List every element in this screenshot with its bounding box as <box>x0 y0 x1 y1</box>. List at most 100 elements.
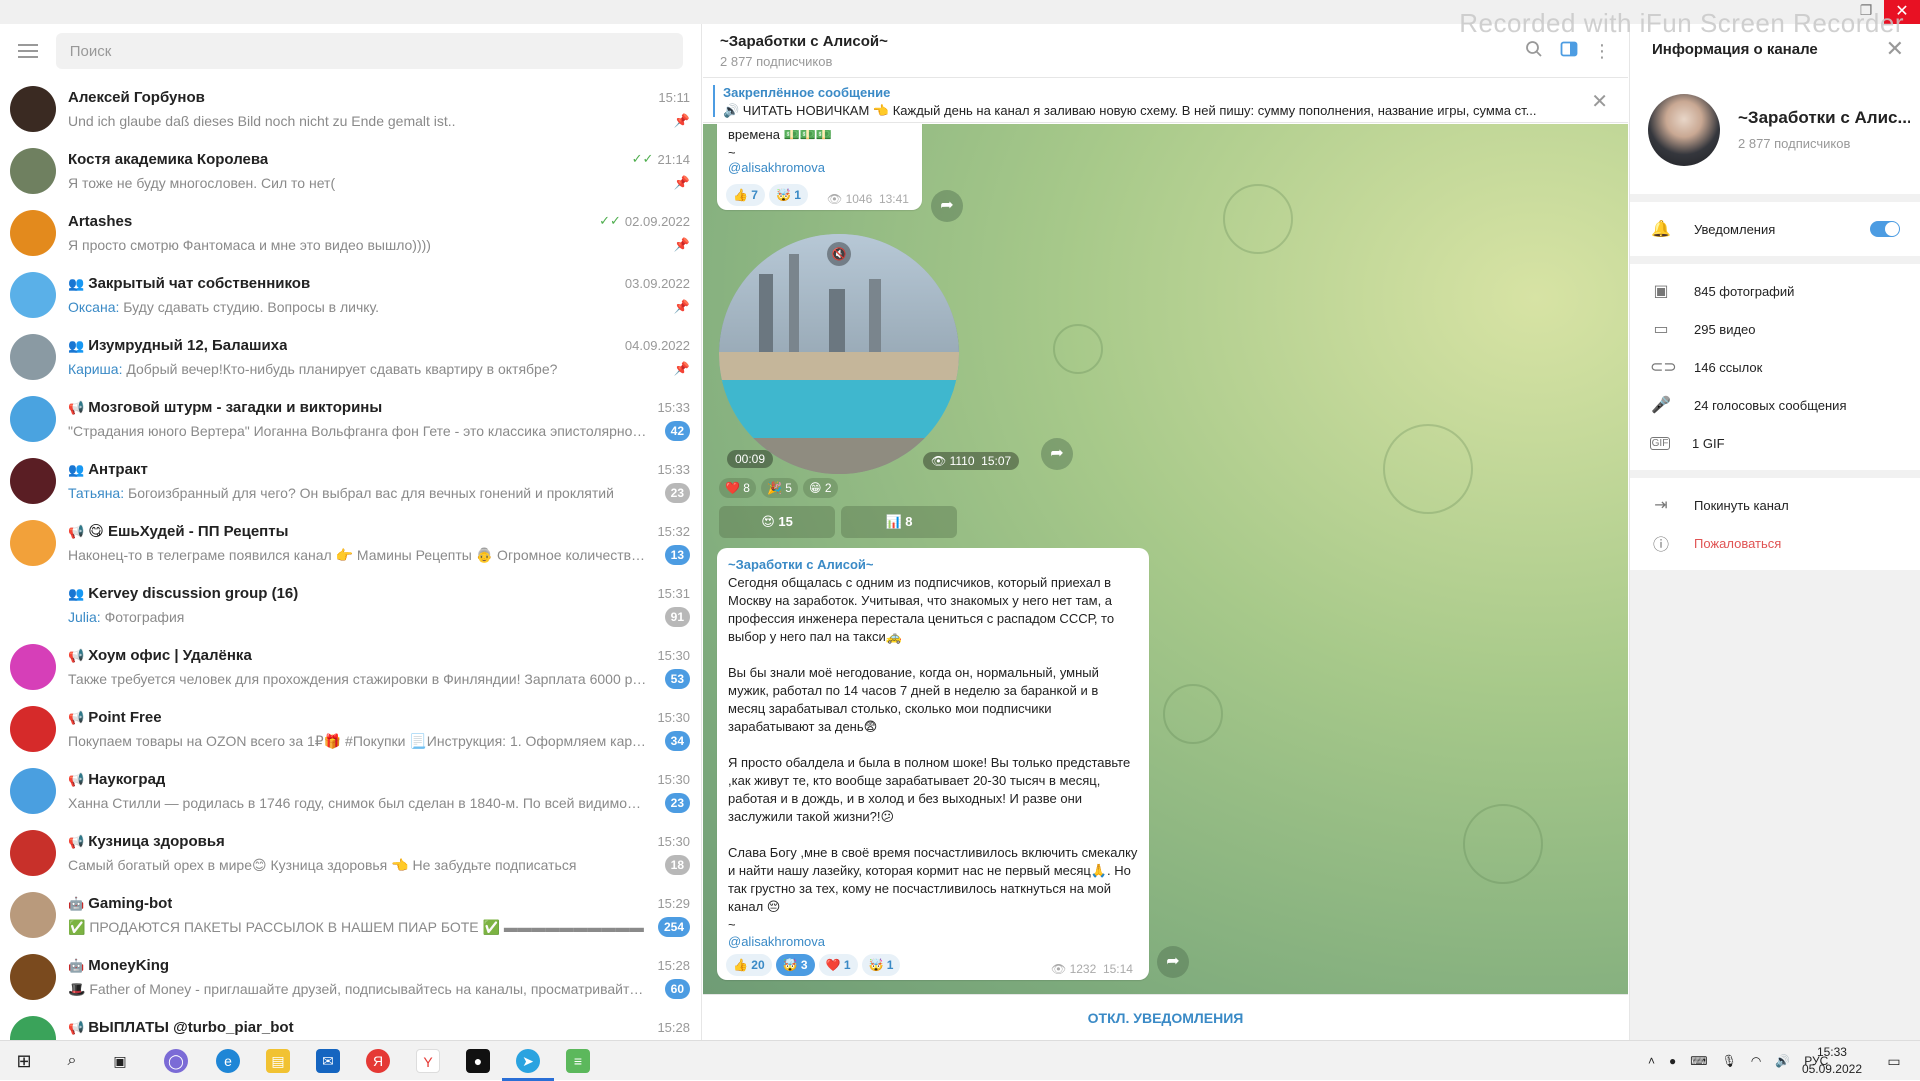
message-area[interactable]: времена 💵💵💵 ~ @alisakhromova 👍 7 🤯 1 👁 10… <box>703 124 1628 994</box>
inline-button[interactable]: 📊 8 <box>841 506 957 538</box>
search-input[interactable]: Поиск <box>55 33 683 69</box>
chat-list-item[interactable]: 📢 Мозговой штурм - загадки и викторины 15:… <box>0 388 701 450</box>
chat-list-item[interactable]: Костя академика Королева ✓✓ 21:14 Я тоже не… <box>0 140 701 202</box>
channel-avatar[interactable] <box>1648 94 1720 166</box>
telegram-icon[interactable]: ➤ <box>516 1049 540 1073</box>
chat-preview-sender: Кариша: <box>68 361 123 377</box>
message-link[interactable]: @alisakhromova <box>728 934 825 949</box>
chat-avatar[interactable] <box>10 458 56 504</box>
report-button[interactable]: ⓘ Пожаловаться <box>1630 524 1920 562</box>
notifications-toggle[interactable] <box>1870 221 1900 237</box>
message-link[interactable]: @alisakhromova <box>728 160 825 175</box>
channel-name: ~Заработки с Алис... <box>1738 108 1910 127</box>
chat-list-item[interactable]: 📢 😋 ЕшьХудей - ПП Рецепты 15:32 Наконец-то … <box>0 512 701 574</box>
chat-preview: Оксана: Буду сдавать студию. Вопросы в л… <box>68 299 379 315</box>
reaction-chip[interactable]: 🤯 1 <box>768 184 808 206</box>
chat-avatar[interactable] <box>10 768 56 814</box>
microphone-icon[interactable]: 🎙 <box>1722 1054 1737 1068</box>
file-explorer-icon[interactable]: ▤ <box>266 1049 290 1073</box>
message-bubble[interactable]: времена 💵💵💵 ~ @alisakhromova 👍 7 🤯 1 👁 10… <box>717 124 922 210</box>
chat-title[interactable]: ~Заработки с Алисой~ <box>720 33 888 50</box>
message-author[interactable]: ~Заработки с Алисой~ <box>728 557 874 572</box>
videos-row[interactable]: ▭ 295 видео <box>1630 310 1920 348</box>
chat-list-item[interactable]: 👥 Антракт 15:33 Татьяна: Богоизбранный для … <box>0 450 701 512</box>
chat-list-item[interactable]: 🤖 MoneyKing 15:28 🎩 Father of Money - пригл… <box>0 946 701 1008</box>
chat-avatar[interactable] <box>10 210 56 256</box>
chat-avatar[interactable] <box>10 706 56 752</box>
mail-icon[interactable]: ✉ <box>316 1049 340 1073</box>
chat-time: 15:29 <box>657 896 690 911</box>
yandex-icon[interactable]: Я <box>366 1049 390 1073</box>
chat-avatar[interactable] <box>10 1016 56 1040</box>
voice-row[interactable]: 🎤 24 голосовых сообщения <box>1630 386 1920 424</box>
hamburger-menu-icon[interactable] <box>18 44 38 58</box>
edge-icon[interactable]: e <box>216 1049 240 1073</box>
chat-list-item[interactable]: 👥 Закрытый чат собственников 03.09.2022 Окс… <box>0 264 701 326</box>
wifi-icon[interactable]: ◠ <box>1751 1054 1761 1068</box>
gif-row[interactable]: GIF 1 GIF <box>1630 424 1920 462</box>
share-icon[interactable]: ➦ <box>931 190 963 222</box>
pinned-message-bar[interactable]: Закреплённое сообщение 🔊 ЧИТАТЬ НОВИЧКАМ… <box>703 79 1628 123</box>
taskbar-clock[interactable]: 15:33 05.09.2022 <box>1802 1044 1862 1078</box>
chat-avatar[interactable] <box>10 272 56 318</box>
chat-avatar[interactable] <box>10 86 56 132</box>
message-bubble[interactable]: ~Заработки с Алисой~ Сегодня общалась с … <box>717 548 1149 980</box>
chat-list-item[interactable]: 📢 ВЫПЛАТЫ @turbo_piar_bot 15:28 <box>0 1008 701 1040</box>
chat-list-item[interactable]: 👥 Изумрудный 12, Балашиха 04.09.2022 Кариша… <box>0 326 701 388</box>
screen-recorder-icon[interactable]: ● <box>466 1049 490 1073</box>
photos-row[interactable]: ▣ 845 фотографий <box>1630 272 1920 310</box>
chat-list-item[interactable]: 👥 Kervey discussion group (16) 15:31 Julia:… <box>0 574 701 636</box>
reaction-chip[interactable]: 😁 2 <box>803 478 838 498</box>
yandex-browser-icon[interactable]: Y <box>416 1049 440 1073</box>
windows-start-icon[interactable]: ⊞ <box>12 1049 36 1073</box>
share-icon[interactable]: ➦ <box>1041 438 1073 470</box>
chat-avatar[interactable] <box>10 830 56 876</box>
chat-avatar[interactable] <box>10 582 56 628</box>
volume-icon[interactable]: 🔊 <box>1775 1054 1790 1068</box>
sidebar-toggle-icon[interactable] <box>1558 40 1580 62</box>
round-video-message[interactable]: 🔇 <box>719 234 959 474</box>
search-icon[interactable]: ⌕ <box>60 1049 84 1073</box>
reaction-chip[interactable]: ❤️ 8 <box>719 478 756 498</box>
task-view-icon[interactable]: ▣ <box>108 1049 132 1073</box>
muted-speaker-icon[interactable]: 🔇 <box>827 242 851 266</box>
chat-avatar[interactable] <box>10 954 56 1000</box>
chat-list-item[interactable]: 📢 Наукоград 15:30 Ханна Стилли — родилась в… <box>0 760 701 822</box>
chat-list-item[interactable]: Artashes ✓✓ 02.09.2022 Я просто смотрю Фант… <box>0 202 701 264</box>
chat-list-item[interactable]: 🤖 Gaming-bot 15:29 ✅ ПРОДАЮТСЯ ПАКЕТЫ РАССЫ… <box>0 884 701 946</box>
bluestacks-icon[interactable]: ≡ <box>566 1049 590 1073</box>
close-pinned-icon[interactable]: ✕ <box>1591 89 1608 114</box>
mute-notifications-button[interactable]: ОТКЛ. УВЕДОМЛЕНИЯ <box>703 994 1628 1040</box>
chat-avatar[interactable] <box>10 520 56 566</box>
reaction-chip[interactable]: ❤️ 1 <box>818 954 858 976</box>
reaction-chip[interactable]: 👍 7 <box>726 184 765 206</box>
reaction-chip[interactable]: 👍 20 <box>726 954 772 976</box>
chat-avatar[interactable] <box>10 396 56 442</box>
notifications-center-icon[interactable]: ▭ <box>1882 1049 1906 1073</box>
chat-avatar[interactable] <box>10 148 56 194</box>
reaction-chip[interactable]: 🤯 1 <box>861 954 901 976</box>
chat-time-text: 04.09.2022 <box>624 337 690 353</box>
chat-list-item[interactable]: 📢 Хоум офис | Удалёнка 15:30 Также требуетс… <box>0 636 701 698</box>
more-vertical-icon[interactable]: ⋮ <box>1591 40 1613 62</box>
leave-channel-button[interactable]: ⇥ Покинуть канал <box>1630 486 1920 524</box>
close-info-icon[interactable]: ✕ <box>1886 36 1904 62</box>
reaction-chip[interactable]: 🤯 3 <box>775 954 815 976</box>
chat-avatar[interactable] <box>10 334 56 380</box>
reaction-chip[interactable]: 🎉 5 <box>761 478 798 498</box>
keyboard-icon[interactable]: ⌨ <box>1690 1054 1707 1068</box>
share-icon[interactable]: ➦ <box>1157 946 1189 978</box>
network-app-icon[interactable]: ● <box>1669 1054 1676 1068</box>
notifications-row[interactable]: 🔔 Уведомления <box>1630 210 1920 248</box>
chat-avatar[interactable] <box>10 644 56 690</box>
links-row[interactable]: ⊂⊃ 146 ссылок <box>1630 348 1920 386</box>
inline-button[interactable]: 😍 15 <box>719 506 835 538</box>
chat-avatar[interactable] <box>10 892 56 938</box>
chat-preview: 🎩 Father of Money - приглашайте друзей, … <box>68 981 648 998</box>
chat-list-item[interactable]: 📢 Кузница здоровья 15:30 Самый богатый орех… <box>0 822 701 884</box>
chat-list-item[interactable]: Алексей Горбунов 15:11 Und ich glaube daß … <box>0 78 701 140</box>
search-icon[interactable] <box>1523 40 1545 62</box>
cortana-icon[interactable]: ◯ <box>164 1049 188 1073</box>
chat-list-item[interactable]: 📢 Point Free 15:30 Покупаем товары на OZON … <box>0 698 701 760</box>
chevron-up-icon[interactable]: ˄ <box>1648 1054 1655 1068</box>
